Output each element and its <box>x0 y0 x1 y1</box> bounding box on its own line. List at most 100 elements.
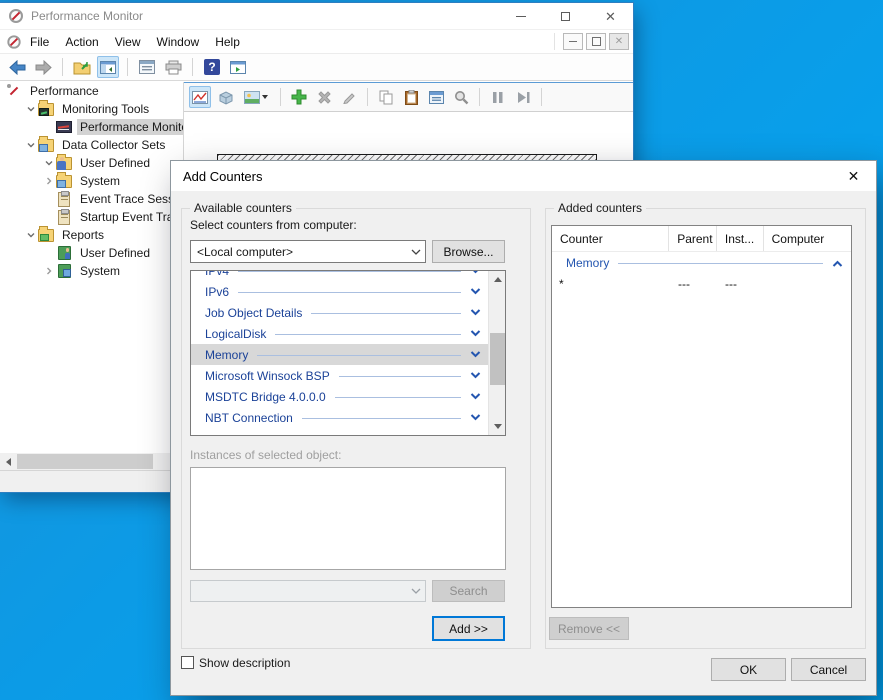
properties-icon[interactable] <box>136 56 158 78</box>
mdi-minimize-button[interactable] <box>563 33 583 50</box>
menu-help[interactable]: Help <box>207 32 248 52</box>
chevron-up-icon[interactable] <box>832 259 843 268</box>
tree-item-reports-system[interactable]: System <box>0 262 183 280</box>
show-hide-console-tree-icon[interactable] <box>97 56 119 78</box>
tree-item-performance-monitor[interactable]: Performance Monitor <box>0 118 183 136</box>
scroll-left-icon[interactable] <box>0 453 17 470</box>
freeze-display-icon[interactable] <box>487 86 509 108</box>
show-description-checkbox[interactable] <box>181 656 194 669</box>
scroll-down-icon[interactable] <box>489 418 506 435</box>
tree-item-startup-event-trace-sessions[interactable]: Startup Event Trace Sessions <box>0 208 183 226</box>
export-icon[interactable] <box>71 56 93 78</box>
tree-item-performance[interactable]: Performance <box>0 82 183 100</box>
mdi-controls: ✕ <box>554 33 629 50</box>
report-user-icon <box>56 245 72 261</box>
counter-row-logicaldisk[interactable]: LogicalDisk <box>191 323 488 344</box>
select-computer-label: Select counters from computer: <box>190 218 357 232</box>
dropdown-caret-icon[interactable] <box>262 95 268 99</box>
collapse-chevron-icon[interactable] <box>24 104 38 114</box>
highlight-icon[interactable] <box>338 86 360 108</box>
add-button[interactable]: Add >> <box>432 616 505 641</box>
column-inst[interactable]: Inst... <box>717 226 764 251</box>
table-header: Counter Parent Inst... Computer <box>552 226 851 252</box>
chevron-down-icon[interactable] <box>470 308 481 317</box>
added-counter-row[interactable]: * --- --- <box>552 274 851 294</box>
column-parent[interactable]: Parent <box>669 226 717 251</box>
minimize-button[interactable] <box>498 3 543 29</box>
forward-icon[interactable] <box>32 56 54 78</box>
menu-file[interactable]: File <box>22 32 57 52</box>
tree-horizontal-scrollbar[interactable] <box>0 453 183 470</box>
delete-counter-icon[interactable] <box>313 86 335 108</box>
counter-row-ipv6[interactable]: IPv6 <box>191 281 488 302</box>
expand-chevron-icon[interactable] <box>42 176 56 186</box>
chevron-down-icon[interactable] <box>470 287 481 296</box>
scroll-up-icon[interactable] <box>489 271 506 288</box>
print-icon[interactable] <box>162 56 184 78</box>
paste-counter-list-icon[interactable] <box>400 86 422 108</box>
chevron-down-icon[interactable] <box>470 413 481 422</box>
computer-combobox[interactable]: <Local computer> <box>190 240 426 263</box>
change-graph-type-icon[interactable] <box>239 86 273 108</box>
tree-item-monitoring-tools[interactable]: Monitoring Tools <box>0 100 183 118</box>
browse-button[interactable]: Browse... <box>432 240 505 263</box>
tree-item-event-trace-sessions[interactable]: Event Trace Sessions <box>0 190 183 208</box>
chevron-down-icon[interactable] <box>470 270 481 275</box>
added-group-row-memory[interactable]: Memory <box>552 252 851 274</box>
tree-item-data-collector-sets[interactable]: Data Collector Sets <box>0 136 183 154</box>
collapse-chevron-icon[interactable] <box>24 230 38 240</box>
zoom-icon[interactable] <box>450 86 472 108</box>
mdi-restore-button[interactable] <box>586 33 606 50</box>
chevron-down-icon[interactable] <box>407 248 425 256</box>
title-bar[interactable]: Performance Monitor ✕ <box>0 3 633 29</box>
tree-item-reports[interactable]: Reports <box>0 226 183 244</box>
chevron-down-icon[interactable] <box>470 329 481 338</box>
instances-listbox[interactable] <box>190 467 506 570</box>
new-window-icon[interactable] <box>227 56 249 78</box>
column-counter[interactable]: Counter <box>552 226 669 251</box>
mdi-close-button[interactable]: ✕ <box>609 33 629 50</box>
properties-icon[interactable] <box>425 86 447 108</box>
folder-report-icon <box>38 227 54 243</box>
close-button[interactable]: ✕ <box>588 3 633 29</box>
back-icon[interactable] <box>6 56 28 78</box>
tree-item-system[interactable]: System <box>0 172 183 190</box>
ok-button[interactable]: OK <box>711 658 786 681</box>
collapse-chevron-icon[interactable] <box>24 140 38 150</box>
scrollbar-thumb[interactable] <box>490 333 505 385</box>
column-computer[interactable]: Computer <box>764 226 851 251</box>
counter-row-nbt-connection[interactable]: NBT Connection <box>191 407 488 428</box>
counter-row-microsoft-winsock-bsp[interactable]: Microsoft Winsock BSP <box>191 365 488 386</box>
show-description-label: Show description <box>199 656 290 670</box>
cancel-button[interactable]: Cancel <box>791 658 866 681</box>
added-counters-table[interactable]: Counter Parent Inst... Computer Memory *… <box>551 225 852 608</box>
chevron-down-icon[interactable] <box>470 371 481 380</box>
collapse-chevron-icon[interactable] <box>42 158 56 168</box>
report-system-icon <box>56 263 72 279</box>
counter-row-memory-selected[interactable]: Memory <box>191 344 488 365</box>
maximize-button[interactable] <box>543 3 588 29</box>
view-log-data-icon[interactable] <box>214 86 236 108</box>
menu-window[interactable]: Window <box>149 32 208 52</box>
scrollbar-thumb[interactable] <box>17 454 153 469</box>
expand-chevron-icon[interactable] <box>42 266 56 276</box>
add-counter-icon[interactable] <box>288 86 310 108</box>
tree-item-user-defined[interactable]: User Defined <box>0 154 183 172</box>
search-button: Search <box>432 580 505 602</box>
tree-item-reports-user-defined[interactable]: User Defined <box>0 244 183 262</box>
menu-action[interactable]: Action <box>57 32 106 52</box>
counters-listbox[interactable]: IPv4 IPv6 Job Object Details LogicalDisk… <box>190 270 506 436</box>
menu-view[interactable]: View <box>107 32 149 52</box>
counter-row-ipv4[interactable]: IPv4 <box>191 270 488 281</box>
chevron-down-icon[interactable] <box>470 392 481 401</box>
update-data-icon[interactable] <box>512 86 534 108</box>
help-icon[interactable]: ? <box>201 56 223 78</box>
dialog-close-icon[interactable]: ✕ <box>831 161 876 191</box>
dialog-title-bar[interactable]: Add Counters ✕ <box>171 161 876 191</box>
counters-scrollbar[interactable] <box>488 271 505 435</box>
copy-properties-icon[interactable] <box>375 86 397 108</box>
counter-row-job-object-details[interactable]: Job Object Details <box>191 302 488 323</box>
counter-row-msdtc-bridge[interactable]: MSDTC Bridge 4.0.0.0 <box>191 386 488 407</box>
view-current-activity-icon[interactable] <box>189 86 211 108</box>
chevron-down-icon[interactable] <box>470 350 481 359</box>
